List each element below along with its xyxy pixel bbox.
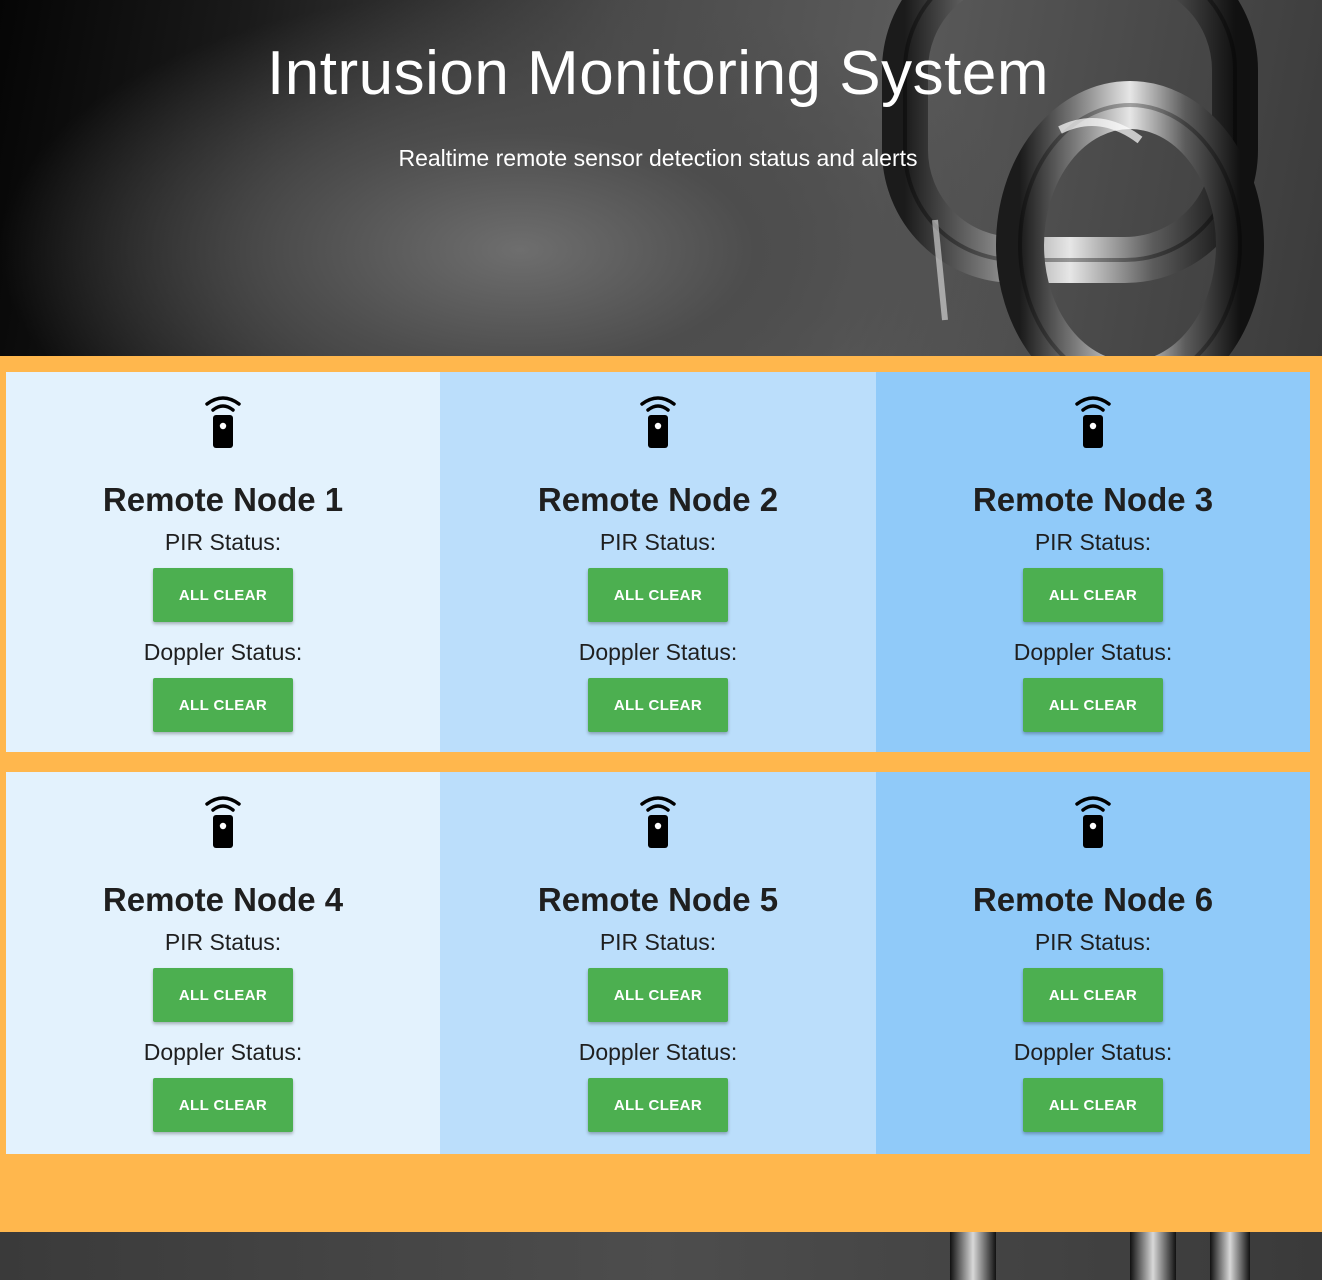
node-card-6: Remote Node 6 PIR Status: ALL CLEAR Dopp… — [876, 772, 1310, 1154]
hero-banner: Intrusion Monitoring System Realtime rem… — [0, 0, 1322, 356]
page-title: Intrusion Monitoring System — [267, 39, 1049, 108]
node-title: Remote Node 2 — [537, 481, 779, 518]
pir-status-label: PIR Status: — [1034, 529, 1152, 555]
doppler-status-label: Doppler Status: — [143, 1039, 303, 1065]
node-title: Remote Node 3 — [972, 481, 1214, 518]
nodes-panel: Remote Node 1 PIR Status: ALL CLEAR Dopp… — [0, 356, 1322, 1232]
node-title: Remote Node 1 — [102, 481, 344, 518]
node-card-4: Remote Node 4 PIR Status: ALL CLEAR Dopp… — [6, 772, 440, 1154]
node-title: Remote Node 4 — [102, 881, 344, 918]
doppler-status-button[interactable]: ALL CLEAR — [153, 1078, 293, 1132]
pir-status-button[interactable]: ALL CLEAR — [153, 968, 293, 1022]
doppler-status-button[interactable]: ALL CLEAR — [1023, 678, 1163, 732]
chain-background-image — [950, 1232, 1250, 1280]
node-row-2: Remote Node 4 PIR Status: ALL CLEAR Dopp… — [6, 772, 1310, 1154]
node-card-1: Remote Node 1 PIR Status: ALL CLEAR Dopp… — [6, 372, 440, 752]
pir-status-label: PIR Status: — [164, 529, 282, 555]
doppler-status-label: Doppler Status: — [143, 639, 303, 665]
doppler-status-button[interactable]: ALL CLEAR — [588, 678, 728, 732]
pir-status-button[interactable]: ALL CLEAR — [1023, 568, 1163, 622]
doppler-status-button[interactable]: ALL CLEAR — [588, 1078, 728, 1132]
pir-status-button[interactable]: ALL CLEAR — [1023, 968, 1163, 1022]
remote-sensor-icon — [640, 796, 676, 848]
doppler-status-label: Doppler Status: — [1013, 639, 1173, 665]
footer-background — [0, 1232, 1322, 1280]
node-card-3: Remote Node 3 PIR Status: ALL CLEAR Dopp… — [876, 372, 1310, 752]
doppler-status-label: Doppler Status: — [578, 1039, 738, 1065]
node-title: Remote Node 5 — [537, 881, 779, 918]
remote-sensor-icon — [1075, 796, 1111, 848]
pir-status-button[interactable]: ALL CLEAR — [588, 968, 728, 1022]
page-subtitle: Realtime remote sensor detection status … — [398, 145, 918, 171]
pir-status-button[interactable]: ALL CLEAR — [153, 568, 293, 622]
doppler-status-label: Doppler Status: — [1013, 1039, 1173, 1065]
remote-sensor-icon — [1075, 396, 1111, 448]
pir-status-label: PIR Status: — [599, 929, 717, 955]
pir-status-label: PIR Status: — [164, 929, 282, 955]
pir-status-label: PIR Status: — [1034, 929, 1152, 955]
pir-status-label: PIR Status: — [599, 529, 717, 555]
doppler-status-label: Doppler Status: — [578, 639, 738, 665]
remote-sensor-icon — [205, 396, 241, 448]
pir-status-button[interactable]: ALL CLEAR — [588, 568, 728, 622]
node-title: Remote Node 6 — [972, 881, 1214, 918]
node-card-2: Remote Node 2 PIR Status: ALL CLEAR Dopp… — [440, 372, 876, 752]
node-card-5: Remote Node 5 PIR Status: ALL CLEAR Dopp… — [440, 772, 876, 1154]
remote-sensor-icon — [205, 796, 241, 848]
remote-sensor-icon — [640, 396, 676, 448]
node-row-1: Remote Node 1 PIR Status: ALL CLEAR Dopp… — [6, 372, 1310, 752]
doppler-status-button[interactable]: ALL CLEAR — [153, 678, 293, 732]
doppler-status-button[interactable]: ALL CLEAR — [1023, 1078, 1163, 1132]
